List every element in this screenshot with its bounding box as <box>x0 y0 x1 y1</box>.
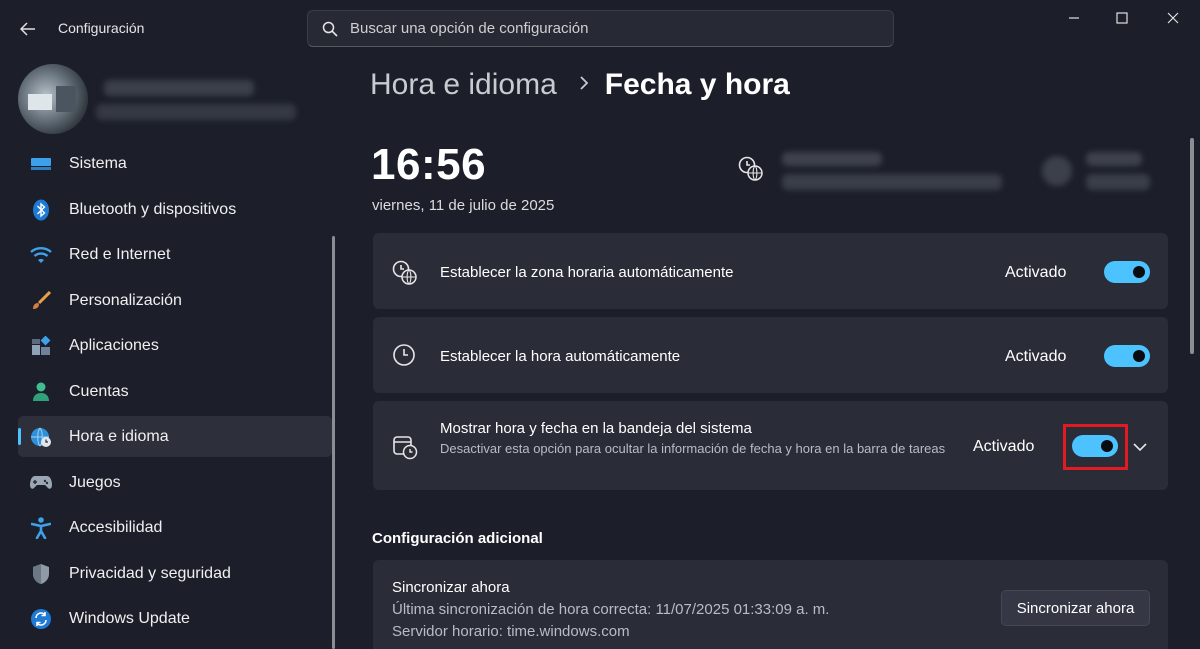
current-time: 16:56 <box>371 140 487 189</box>
calendar-clock-icon <box>392 434 418 465</box>
setting-title: Establecer la zona horaria automáticamen… <box>440 264 734 281</box>
blurred-region-icon <box>1042 156 1072 186</box>
sidebar-item-label: Privacidad y seguridad <box>69 564 231 582</box>
blurred-region-value <box>1086 174 1150 190</box>
chevron-down-icon[interactable] <box>1133 439 1147 457</box>
section-title: Configuración adicional <box>372 530 543 547</box>
sidebar-item-cuentas[interactable]: Cuentas <box>18 371 332 412</box>
sidebar-item-label: Accesibilidad <box>69 518 163 536</box>
sidebar-item-label: Windows Update <box>69 609 190 627</box>
globe-clock-icon <box>392 260 418 291</box>
close-button[interactable] <box>1149 0 1197 36</box>
sidebar-item-label: Red e Internet <box>69 245 171 263</box>
sidebar-item-label: Bluetooth y dispositivos <box>69 200 237 218</box>
sync-now-button[interactable]: Sincronizar ahora <box>1001 590 1150 626</box>
title-bar: Configuración Buscar una opción de confi… <box>0 0 1200 58</box>
current-date: viernes, 11 de julio de 2025 <box>372 197 555 214</box>
blurred-user-name <box>104 80 254 96</box>
main-scrollbar[interactable] <box>1190 138 1194 354</box>
sidebar-item-label: Personalización <box>69 291 182 309</box>
sidebar-item-juegos[interactable]: Juegos <box>18 462 332 503</box>
sidebar-item-label: Sistema <box>69 155 127 172</box>
minimize-icon <box>1069 17 1079 19</box>
avatar <box>18 64 88 134</box>
sidebar-nav: Sistema Bluetooth y dispositivos Red e I… <box>18 141 334 649</box>
accessibility-icon <box>30 516 52 539</box>
sidebar-item-sistema[interactable]: Sistema <box>18 145 332 186</box>
sidebar-scrollbar[interactable] <box>332 236 335 649</box>
sidebar-item-windows-update[interactable]: Windows Update <box>18 598 332 639</box>
blurred-timezone-value <box>782 174 1002 190</box>
sidebar-item-accesibilidad[interactable]: Accesibilidad <box>18 507 332 548</box>
auto-time-toggle[interactable] <box>1104 345 1150 367</box>
user-profile[interactable] <box>18 64 318 134</box>
update-icon <box>30 608 52 630</box>
sidebar-item-personalizacion[interactable]: Personalización <box>18 280 332 321</box>
time-server-text: Servidor horario: time.windows.com <box>392 623 630 640</box>
setting-title: Establecer la hora automáticamente <box>440 348 681 365</box>
setting-show-tray-time[interactable]: Mostrar hora y fecha en la bandeja del s… <box>373 401 1168 490</box>
globe-clock-icon <box>30 426 52 448</box>
setting-title: Mostrar hora y fecha en la bandeja del s… <box>440 420 752 437</box>
maximize-button[interactable] <box>1098 0 1146 36</box>
highlight-box <box>1063 424 1128 470</box>
shield-icon <box>30 563 52 585</box>
search-input[interactable]: Buscar una opción de configuración <box>350 20 589 37</box>
sidebar-item-label: Hora e idioma <box>69 427 169 445</box>
sidebar-item-privacidad[interactable]: Privacidad y seguridad <box>18 553 332 594</box>
bluetooth-icon <box>30 199 52 221</box>
active-indicator <box>18 428 21 445</box>
page-title: Fecha y hora <box>604 68 790 101</box>
sidebar-item-aplicaciones[interactable]: Aplicaciones <box>18 325 332 366</box>
sidebar-item-label: Juegos <box>69 473 121 491</box>
clock-icon <box>392 343 416 372</box>
setting-auto-time: Establecer la hora automáticamente Activ… <box>373 317 1168 393</box>
person-icon <box>30 381 52 403</box>
blurred-user-email <box>96 104 296 120</box>
back-button[interactable] <box>12 14 44 44</box>
sync-title: Sincronizar ahora <box>392 579 510 596</box>
sidebar-item-label: Aplicaciones <box>69 336 159 354</box>
blurred-region-label <box>1086 152 1142 166</box>
breadcrumb: Hora e idioma Fecha y hora <box>370 68 790 102</box>
blurred-timezone-label <box>782 152 882 166</box>
setting-description: Desactivar esta opción para ocultar la i… <box>440 441 946 456</box>
setting-auto-timezone: Establecer la zona horaria automáticamen… <box>373 233 1168 309</box>
breadcrumb-parent[interactable]: Hora e idioma <box>370 68 557 102</box>
sidebar-item-bluetooth[interactable]: Bluetooth y dispositivos <box>18 189 332 230</box>
sidebar-item-label: Cuentas <box>69 382 129 400</box>
back-arrow-icon <box>20 22 35 36</box>
setting-state: Activado <box>1005 348 1067 365</box>
last-sync-text: Última sincronización de hora correcta: … <box>392 601 830 618</box>
gamepad-icon <box>30 472 52 494</box>
timezone-icon <box>738 156 764 187</box>
chevron-right-icon <box>579 75 589 96</box>
search-icon <box>322 21 338 37</box>
sync-now-card: Sincronizar ahora Última sincronización … <box>373 560 1168 649</box>
setting-state: Activado <box>1005 264 1067 281</box>
app-title: Configuración <box>58 20 145 36</box>
paintbrush-icon <box>30 290 52 312</box>
maximize-icon <box>1116 12 1128 24</box>
minimize-button[interactable] <box>1050 0 1098 36</box>
auto-timezone-toggle[interactable] <box>1104 261 1150 283</box>
setting-state: Activado <box>973 438 1035 455</box>
close-icon <box>1167 12 1179 24</box>
sidebar-item-red[interactable]: Red e Internet <box>18 234 332 275</box>
monitor-icon <box>30 155 52 177</box>
wifi-icon <box>30 244 52 266</box>
sidebar-item-hora-idioma[interactable]: Hora e idioma <box>18 416 332 457</box>
search-box[interactable]: Buscar una opción de configuración <box>307 10 894 47</box>
apps-icon <box>30 335 52 357</box>
